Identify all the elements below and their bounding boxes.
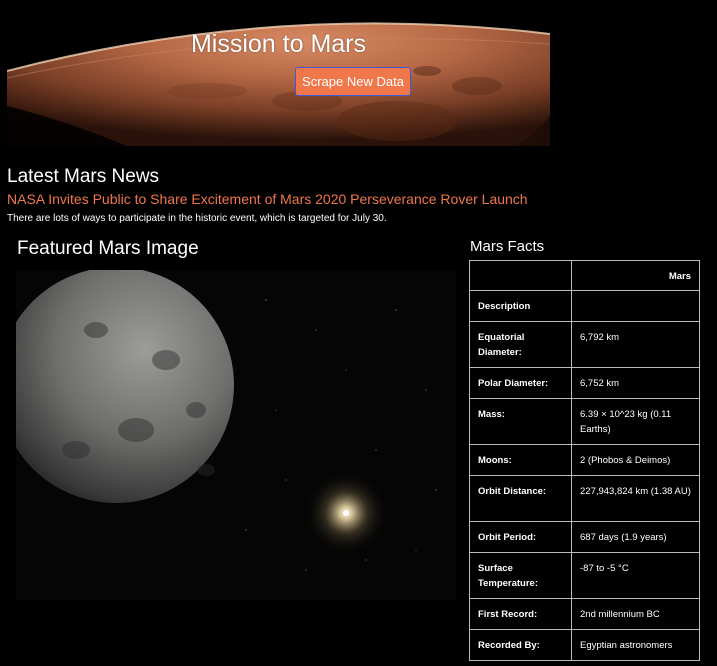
fact-value: 227,943,824 km (1.38 AU) — [571, 475, 700, 522]
fact-label: Orbit Distance: — [469, 475, 572, 522]
fact-value — [571, 290, 700, 322]
table-row: Orbit Period: 687 days (1.9 years) — [469, 521, 700, 553]
fact-value: 2nd millennium BC — [571, 598, 700, 630]
table-row: Recorded By: Egyptian astronomers — [469, 629, 700, 661]
table-row: Equatorial Diameter: 6,792 km — [469, 321, 700, 368]
fact-label: Polar Diameter: — [469, 367, 572, 399]
hero-banner: Mission to Mars Scrape New Data — [7, 16, 550, 146]
table-row: Polar Diameter: 6,752 km — [469, 367, 700, 399]
fact-value: 6.39 × 10^23 kg (0.11 Earths) — [571, 398, 700, 445]
page-title: Mission to Mars — [190, 30, 367, 58]
news-title: NASA Invites Public to Share Excitement … — [7, 191, 528, 207]
news-teaser: There are lots of ways to participate in… — [7, 213, 387, 224]
table-row: First Record: 2nd millennium BC — [469, 598, 700, 630]
fact-value: 687 days (1.9 years) — [571, 521, 700, 553]
mars-facts-heading: Mars Facts — [470, 238, 545, 255]
page: Mission to Mars Scrape New Data Latest M… — [0, 0, 717, 666]
fact-value: 6,792 km — [571, 321, 700, 368]
fact-label: Recorded By: — [469, 629, 572, 661]
fact-value: 6,752 km — [571, 367, 700, 399]
fact-label: Mass: — [469, 398, 572, 445]
fact-value: Egyptian astronomers — [571, 629, 700, 661]
table-header-mars: Mars — [571, 260, 700, 291]
fact-label: Description — [469, 290, 572, 322]
mars-facts-table: Mars Description Equatorial Diameter: 6,… — [469, 260, 700, 661]
fact-label: Orbit Period: — [469, 521, 572, 553]
table-row: Mass: 6.39 × 10^23 kg (0.11 Earths) — [469, 398, 700, 445]
fact-label: Moons: — [469, 444, 572, 476]
table-row: Moons: 2 (Phobos & Deimos) — [469, 444, 700, 476]
table-row: Orbit Distance: 227,943,824 km (1.38 AU) — [469, 475, 700, 522]
scrape-new-data-button[interactable]: Scrape New Data — [295, 67, 411, 96]
fact-value: -87 to -5 °C — [571, 552, 700, 599]
fact-label: Surface Temperature: — [469, 552, 572, 599]
news-heading: Latest Mars News — [7, 166, 160, 187]
table-header-row: Mars — [469, 260, 700, 291]
fact-label: First Record: — [469, 598, 572, 630]
table-header-key — [469, 260, 572, 291]
featured-image-heading: Featured Mars Image — [17, 238, 199, 259]
table-row: Description — [469, 290, 700, 322]
fact-label: Equatorial Diameter: — [469, 321, 572, 368]
fact-value: 2 (Phobos & Deimos) — [571, 444, 700, 476]
featured-mars-image — [16, 270, 456, 600]
table-row: Surface Temperature: -87 to -5 °C — [469, 552, 700, 599]
